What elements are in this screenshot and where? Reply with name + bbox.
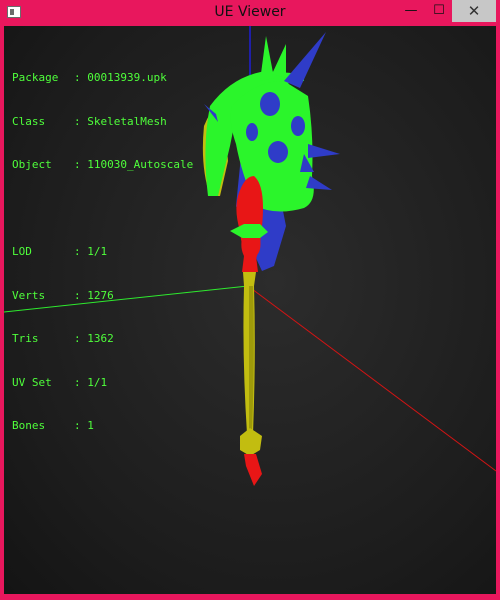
minimize-button[interactable]: —: [396, 0, 426, 22]
info-value: 1362: [87, 332, 114, 345]
info-row-lod: LOD: 1/1: [12, 245, 108, 258]
mesh-tip-red: [244, 454, 262, 486]
mesh-spike-right-2: [306, 176, 332, 190]
info-label: Bones: [12, 419, 46, 432]
info-value: 1: [87, 419, 94, 432]
title-bar[interactable]: UE Viewer — ☐ ✕: [0, 0, 500, 26]
mesh-info-panel: Package: 00013939.upk Class: SkeletalMes…: [12, 42, 193, 463]
info-row-uvset: UV Set: 1/1: [12, 375, 108, 389]
mesh-spike-top-3: [284, 32, 326, 88]
maximize-button[interactable]: ☐: [425, 0, 453, 22]
3d-viewport[interactable]: Package: 00013939.upk Class: SkeletalMes…: [4, 26, 496, 594]
info-label: Class: [12, 114, 46, 128]
info-value: SkeletalMesh: [87, 114, 167, 128]
info-row-verts: Verts: 1276: [12, 288, 114, 302]
info-value: 1/1: [87, 375, 108, 389]
app-window: UE Viewer — ☐ ✕ Package: 00013939.upk C…: [0, 0, 500, 600]
close-button[interactable]: ✕: [452, 0, 496, 22]
mesh-spike-top-1: [260, 36, 274, 81]
mesh-spike-right: [308, 144, 340, 158]
info-spacer: [12, 202, 193, 217]
mesh-spike-top-2: [272, 44, 286, 78]
info-row-object: Object: 110030_Autoscale: [12, 158, 194, 171]
mesh-stud-2: [291, 116, 305, 136]
info-label: Package: [12, 71, 59, 84]
skeletal-mesh-axe: [202, 32, 340, 486]
info-value: 1276: [87, 288, 114, 302]
info-label: Verts: [12, 288, 46, 302]
mesh-stud-1: [260, 92, 280, 116]
info-value: 1/1: [87, 245, 108, 258]
mesh-pommel-yellow: [240, 428, 262, 456]
info-label: Object: [12, 158, 52, 171]
info-value: 110030_Autoscale: [87, 158, 194, 171]
mesh-stud-3: [268, 141, 288, 163]
axis-x-line: [247, 285, 496, 472]
info-label: UV Set: [12, 375, 52, 389]
info-value: 00013939.upk: [87, 71, 167, 84]
info-row-tris: Tris: 1362: [12, 332, 114, 345]
info-label: Tris: [12, 332, 39, 345]
info-row-class: Class: SkeletalMesh: [12, 114, 167, 128]
info-label: LOD: [12, 245, 32, 258]
mesh-stud-5: [246, 123, 258, 141]
info-row-bones: Bones: 1: [12, 419, 94, 432]
info-row-package: Package: 00013939.upk: [12, 71, 167, 84]
